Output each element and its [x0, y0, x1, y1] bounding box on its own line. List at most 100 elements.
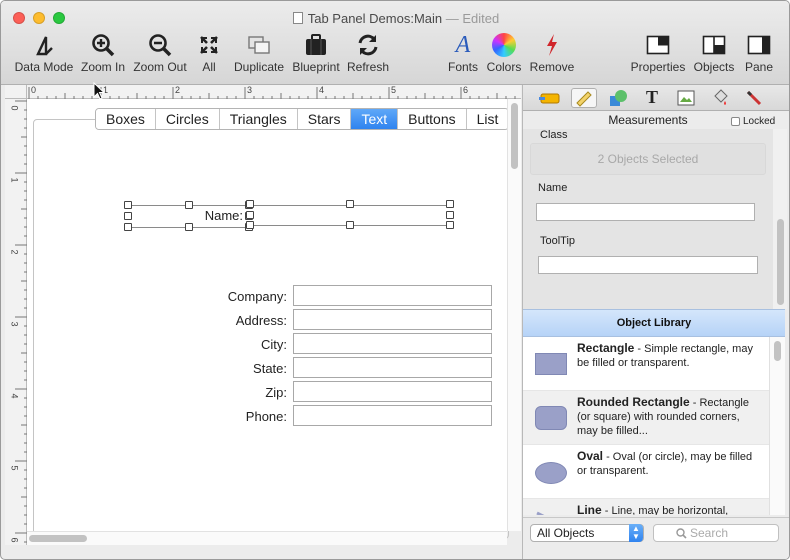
duplicate-button[interactable]: Duplicate — [233, 33, 285, 74]
resize-handle[interactable] — [446, 211, 454, 219]
library-scrollbar[interactable] — [769, 337, 785, 515]
phone-field[interactable] — [293, 405, 492, 426]
tool-tab-text[interactable]: T — [639, 87, 665, 108]
data-mode-button[interactable]: Data Mode — [14, 33, 74, 74]
window-title-text: Tab Panel Demos:Main — [307, 11, 443, 26]
library-item-rounded-rectangle[interactable]: Rounded Rectangle - Rectangle (or square… — [523, 391, 769, 445]
ruler-v-label: 0 — [9, 105, 20, 111]
resize-handle[interactable] — [124, 212, 132, 220]
expand-all-icon — [199, 33, 219, 57]
refresh-button[interactable]: Refresh — [347, 33, 389, 74]
library-item-text: Rectangle - Simple rectangle, may be fil… — [577, 341, 762, 370]
tool-tab-fill[interactable] — [707, 88, 733, 108]
tooltip-input[interactable] — [538, 256, 758, 274]
remove-icon — [544, 33, 560, 57]
library-item-rectangle[interactable]: Rectangle - Simple rectangle, may be fil… — [523, 337, 769, 391]
resize-handle[interactable] — [124, 223, 132, 231]
inspector-tool-tabs: T — [523, 85, 789, 111]
canvas-horizontal-scrollbar[interactable] — [27, 531, 507, 545]
refresh-label: Refresh — [346, 60, 390, 74]
object-filter-value: All Objects — [537, 526, 595, 540]
tag-icon — [539, 93, 560, 103]
library-item-oval[interactable]: Oval - Oval (or circle), may be filled o… — [523, 445, 769, 499]
object-filter-select[interactable]: All Objects ▲ ▼ — [530, 524, 644, 542]
tool-tab-tag[interactable] — [537, 88, 563, 108]
locked-checkbox-box[interactable] — [731, 117, 740, 126]
class-value: 2 Objects Selected — [530, 143, 766, 175]
tool-tab-link[interactable] — [741, 88, 767, 108]
tab-text[interactable]: Text — [351, 109, 399, 129]
paint-bucket-icon — [714, 88, 728, 105]
library-search-input[interactable]: Search — [653, 524, 779, 542]
search-icon — [676, 528, 687, 539]
rectangle-icon — [535, 353, 567, 375]
ruler-h-label: 4 — [319, 85, 325, 95]
name-label[interactable]: Name: — [177, 208, 243, 223]
resize-handle[interactable] — [346, 200, 354, 208]
inspector-pane: T Measurements Locked Class 2 Objects Se… — [522, 85, 789, 559]
tool-tab-ruler[interactable] — [571, 87, 597, 108]
objects-label: Objects — [693, 60, 735, 74]
objects-button[interactable]: Objects — [693, 33, 735, 74]
scroll-thumb[interactable] — [29, 535, 87, 542]
inspector-scrollbar[interactable] — [773, 129, 787, 309]
resize-handle[interactable] — [446, 200, 454, 208]
pane-label: Pane — [744, 60, 774, 74]
library-item-name: Rectangle — [577, 341, 635, 355]
name-input[interactable] — [536, 203, 755, 221]
zip-field[interactable] — [293, 381, 492, 402]
ruler-v-label: 1 — [9, 177, 20, 183]
select-arrows-icon: ▲ ▼ — [629, 524, 643, 542]
zoom-all-button[interactable]: All — [197, 33, 221, 74]
scroll-thumb[interactable] — [511, 103, 518, 169]
resize-handle[interactable] — [246, 211, 254, 219]
resize-handle[interactable] — [185, 201, 193, 209]
company-field[interactable] — [293, 285, 492, 306]
ruler-v-label: 6 — [9, 537, 20, 543]
blueprint-button[interactable]: Blueprint — [291, 33, 341, 74]
scroll-thumb[interactable] — [774, 341, 781, 361]
resize-handle[interactable] — [124, 201, 132, 209]
resize-handle[interactable] — [346, 221, 354, 229]
library-item-line[interactable]: Line - Line, may be horizontal, — [523, 499, 769, 515]
zoom-in-icon — [91, 33, 115, 57]
pane-button[interactable]: Pane — [744, 33, 774, 74]
zoom-out-button[interactable]: Zoom Out — [132, 33, 188, 74]
title-bar: Tab Panel Demos:Main — Edited Data Mode … — [1, 1, 789, 85]
fonts-icon: A — [455, 31, 471, 58]
properties-button[interactable]: Properties — [630, 33, 686, 74]
ruler-h-label: 6 — [463, 85, 469, 95]
locked-checkbox[interactable]: Locked — [731, 116, 775, 127]
canvas-vertical-scrollbar[interactable] — [507, 99, 521, 531]
design-canvas[interactable]: Boxes Circles Triangles Stars Text Butto… — [27, 99, 510, 539]
zoom-in-label: Zoom In — [80, 60, 125, 74]
tool-tab-shapes[interactable] — [605, 88, 631, 108]
resize-handle[interactable] — [185, 223, 193, 231]
resize-handle[interactable] — [246, 221, 254, 229]
locked-label: Locked — [743, 116, 776, 127]
data-mode-label: Data Mode — [14, 60, 74, 74]
tab-list[interactable]: List — [466, 109, 509, 129]
text-icon: T — [645, 87, 658, 107]
fonts-button[interactable]: A Fonts — [447, 31, 479, 75]
resize-handle[interactable] — [446, 221, 454, 229]
colors-button[interactable]: Colors — [485, 33, 523, 74]
tab-boxes[interactable]: Boxes — [96, 109, 156, 129]
tool-tab-image[interactable] — [673, 88, 699, 108]
library-item-text: Oval - Oval (or circle), may be filled o… — [577, 449, 762, 478]
tab-buttons[interactable]: Buttons — [398, 109, 467, 129]
scroll-thumb[interactable] — [777, 219, 784, 305]
class-label: Class — [540, 129, 568, 141]
oval-icon — [535, 462, 567, 484]
tab-stars[interactable]: Stars — [297, 109, 352, 129]
state-field[interactable] — [293, 357, 492, 378]
city-field[interactable] — [293, 333, 492, 354]
resize-handle[interactable] — [246, 200, 254, 208]
address-field[interactable] — [293, 309, 492, 330]
tab-triangles[interactable]: Triangles — [219, 109, 298, 129]
zoom-in-button[interactable]: Zoom In — [80, 33, 126, 74]
zoom-out-label: Zoom Out — [133, 60, 187, 74]
duplicate-label: Duplicate — [233, 60, 285, 74]
tab-circles[interactable]: Circles — [155, 109, 220, 129]
remove-button[interactable]: Remove — [529, 33, 575, 74]
